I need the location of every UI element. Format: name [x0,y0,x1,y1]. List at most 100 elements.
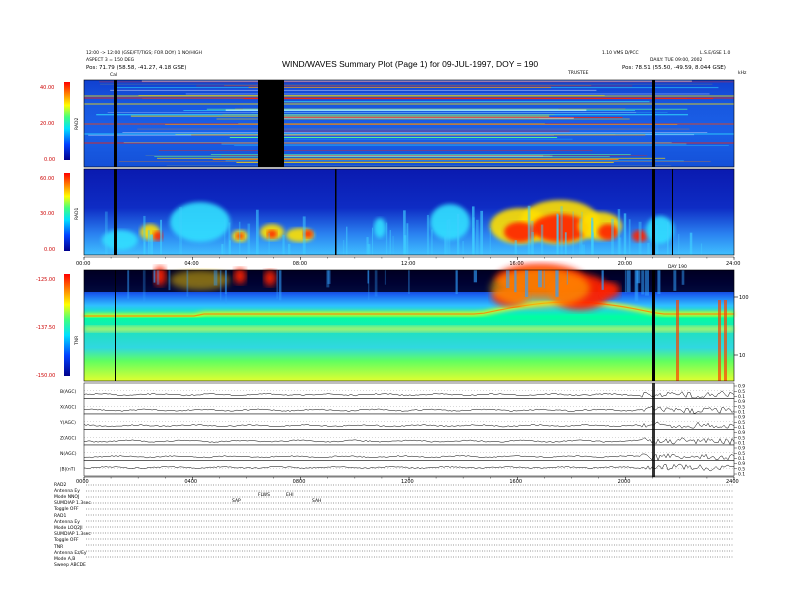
tnr-spike [724,300,727,381]
line-panel: Y(AGC)0.90.50.1 [59,413,745,431]
tnr-streak [524,270,529,297]
rad1-streak [611,218,614,255]
rad1-streak [389,229,391,255]
rad1-streak [143,241,146,255]
footer-block-head: RAD2 [54,482,66,488]
rad1-streak [666,222,669,255]
time-axis-lower: 0000 0400 0800 1200 1600 2000 2400 [76,476,739,485]
plot-title: WIND/WAVES Summary Plot (Page 1) for 09-… [282,59,538,69]
tnr-streak [368,270,370,301]
rad1-burst [646,216,674,244]
rad1-streak [472,228,475,255]
rad1-streak [564,232,567,255]
tnr-ylabel: TNR [74,336,80,346]
tnr-ytick-mid: -137.50 [36,325,55,331]
rad1-burst [267,230,277,238]
rad1-streak [623,213,627,255]
line-panel: X(AGC)0.90.50.1 [60,398,745,416]
tnr-streak [153,270,156,283]
summary-plot: 12:00 -> 12:00 (GSE/FT/TIGS; FOR DOY) 1 … [36,50,749,568]
footer-row: Antenna Ey [54,519,80,525]
rad2-panel: 40.00 20.00 0.00 RAD2 [40,79,735,168]
tnr-burst [154,266,166,286]
rad1-ytick-top: 60.00 [40,176,54,182]
rad1-streak [371,227,374,255]
tnr-streak [681,270,685,285]
rad1-streak [342,239,345,255]
tnr-burst [264,270,276,286]
tnr-right-label-10: 10 [739,353,745,359]
line-panel: Z(AGC)0.90.50.1 [60,429,745,447]
rad1-streak [527,205,531,255]
line-panel-label: |B|(nT) [60,466,75,472]
axis-tick-label: 08:00 [293,261,307,267]
tnr-streak [626,270,631,293]
line-panel-tick-label: 0.5 [738,451,745,457]
axis-tick-label: 24:00 [726,261,740,267]
rad1-streak [150,234,154,255]
tnr-cal-marker [115,270,116,381]
tnr-streak [278,270,282,301]
footer-block-head: TNR [53,544,63,550]
rad1-streak [572,211,574,255]
rad1-streak [255,209,259,255]
axis-tick-label: 0400 [184,479,197,485]
footer-annotation: FLWS [258,492,270,498]
axis-tick-label: 04:00 [184,261,198,267]
rad1-streak [392,235,394,255]
rad1-streak [638,221,642,255]
rad1-streak [462,240,464,255]
rad1-streak [179,207,183,255]
line-panel-tick-label: 0.5 [738,404,745,410]
footer-instrument-settings: RAD2Antenna EyMode NNOJSUMDIAP 1.3secTog… [53,482,734,568]
rad1-streak [480,210,484,255]
rad1-streak [476,219,479,255]
tnr-streak [127,270,130,299]
rad1-ytick-bottom: 0.00 [44,247,55,253]
line-panel-tick-label: 0.9 [738,430,745,436]
tnr-streak [224,270,227,295]
line-panel-label: Y(AGC) [59,420,76,426]
header-left-pos: Pos: 71.79 (58.58, -41.27, 4.18 GSE) [86,65,186,71]
rad2-ylabel: RAD2 [74,118,80,130]
rad1-streak [514,240,517,255]
header-right-date: DAILY: TUE 09:00, 2002 [650,57,703,63]
cal-label: Cal [110,72,117,78]
axis-tick-label: 0000 [76,479,89,485]
line-panel-tick-label: 0.5 [738,389,745,395]
rad1-streak [229,240,231,255]
rad1-streak [426,214,429,255]
tnr-streak [156,270,160,285]
axis-tick-label: 2400 [726,479,739,485]
rad1-marker-b [672,169,673,255]
tnr-spike [718,300,721,381]
tnr-streak [408,270,410,294]
line-panel-tick-label: 0.5 [738,466,745,472]
line-panel-label: B(AGC) [60,389,76,395]
line-panel-label: Z(AGC) [60,435,76,441]
rad1-streak [160,219,163,255]
tnr-streak [657,270,661,295]
rad1-burst [598,224,618,240]
rad1-streak [406,223,409,255]
tnr-streak [624,270,627,293]
axis-tick-label: 00:00 [76,261,90,267]
tnr-streak [645,270,650,296]
rad1-streak [444,236,447,255]
header-left-line1: 12:00 -> 12:00 (GSE/FT/TIGS; FOR DOY) 1 … [86,50,202,56]
rad1-streak [268,232,270,255]
footer-row: Toggle OFF [53,537,79,543]
header-right-pos: Pos: 78.51 (55.50, -49.59, 8.044 GSE) [622,65,726,71]
tnr-streak [186,270,189,297]
line-panel-tick-label: 0.9 [738,415,745,421]
rad1-streak [224,219,226,255]
tnr-streak [566,270,568,285]
footer-annotation: SAP [232,498,241,504]
tnr-colorbar [64,274,70,376]
axis-tick-label: 1200 [401,479,414,485]
tnr-spike [676,300,679,381]
rad1-streak [302,216,306,255]
rad1-ylabel: RAD1 [74,208,80,220]
axis-tick-label: 0800 [293,479,306,485]
rad1-streak [238,221,241,255]
